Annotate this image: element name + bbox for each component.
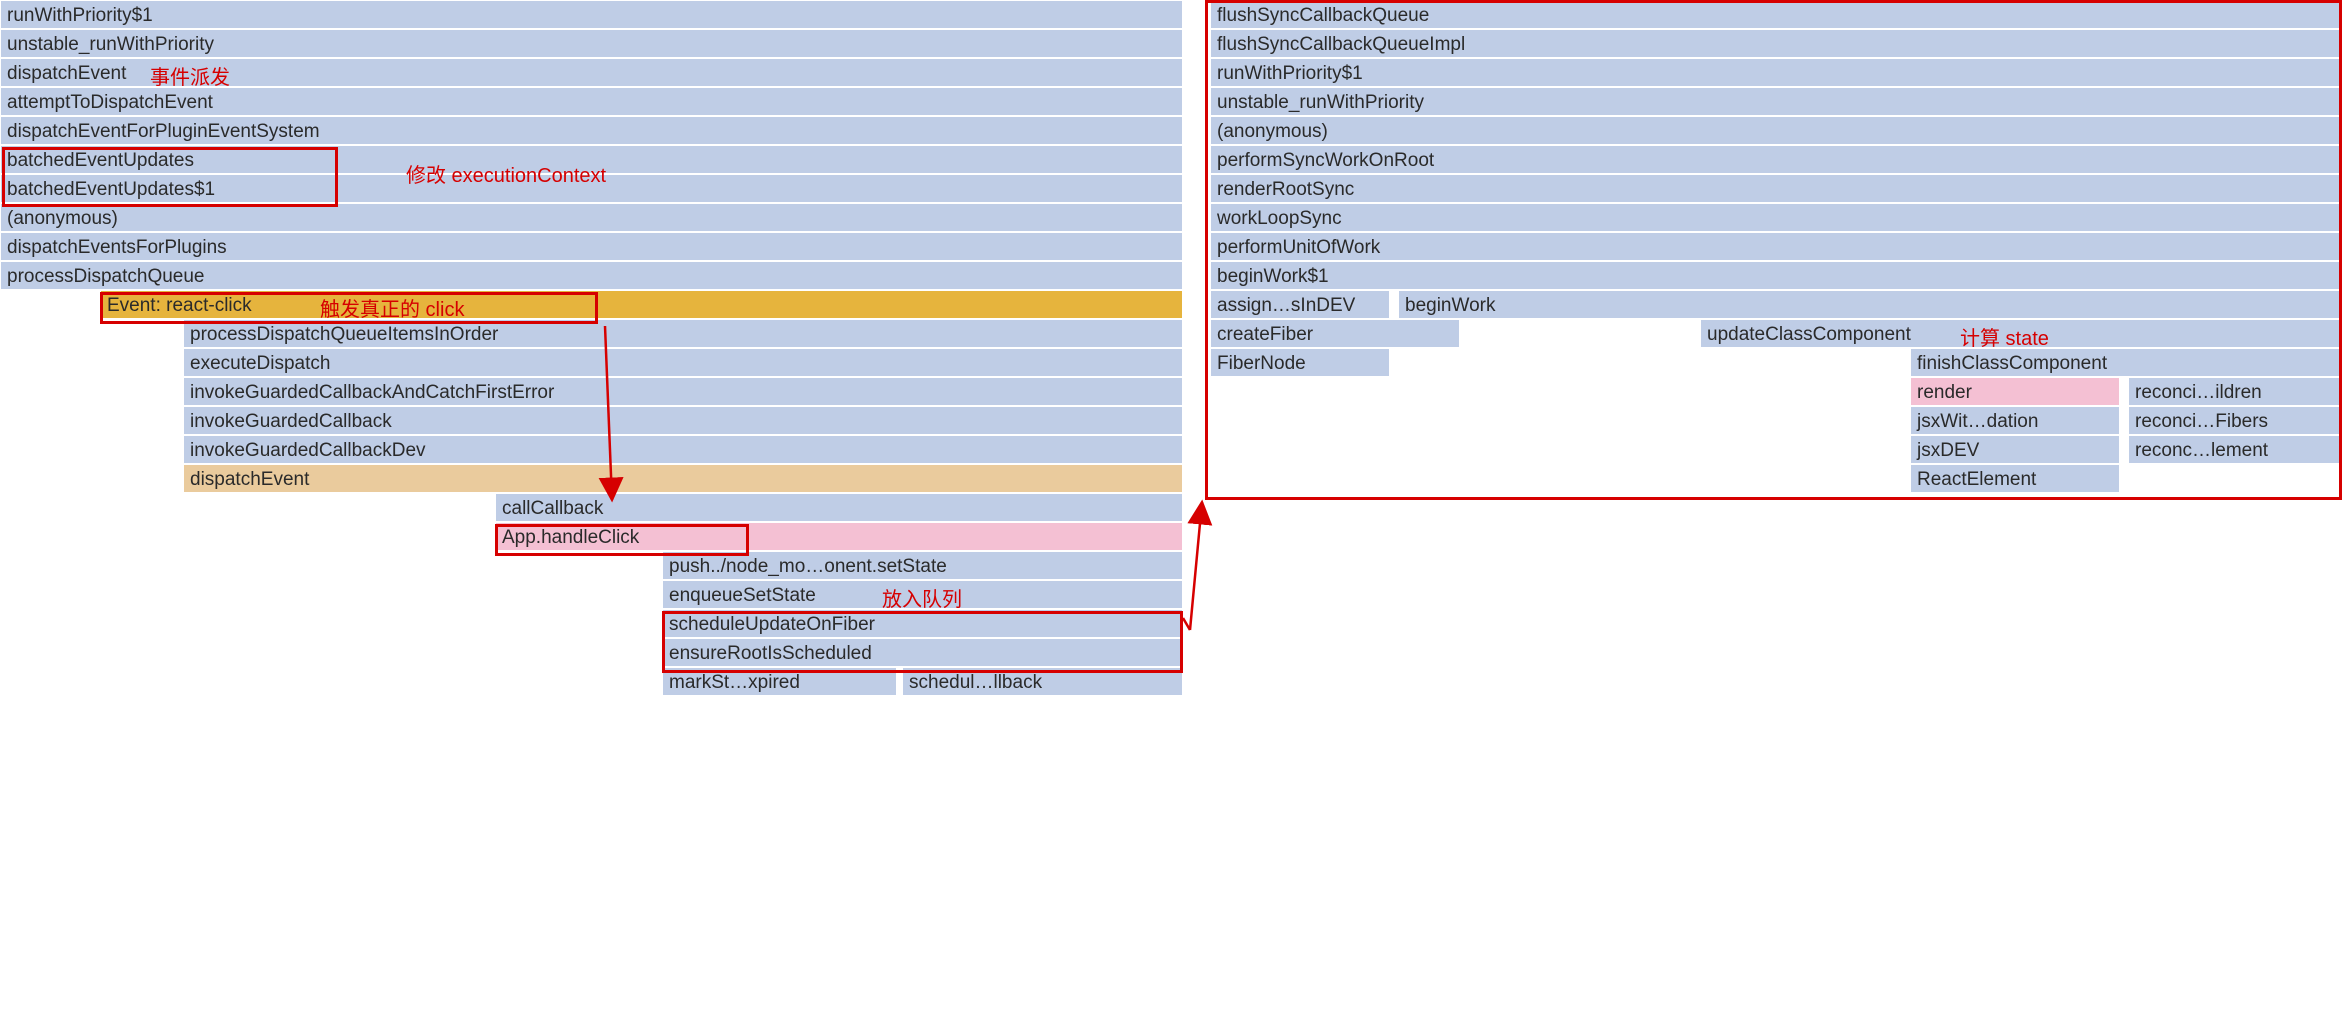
flame-bar[interactable]: workLoopSync [1210, 203, 2342, 232]
flame-bar[interactable]: invokeGuardedCallbackAndCatchFirstError [183, 377, 1183, 406]
flame-bar[interactable]: batchedEventUpdates [0, 145, 1183, 174]
flame-bar[interactable]: enqueueSetState [662, 580, 1183, 609]
flame-bar[interactable]: ensureRootIsScheduled [662, 638, 1183, 667]
flame-bar[interactable]: reconc…lement [2128, 435, 2342, 464]
flame-bar[interactable]: runWithPriority$1 [0, 0, 1183, 29]
flame-bar[interactable]: FiberNode [1210, 348, 1390, 377]
flame-bar[interactable]: markSt…xpired [662, 667, 897, 696]
flame-bar[interactable]: updateClassComponent [1700, 319, 2342, 348]
flame-bar[interactable]: processDispatchQueueItemsInOrder [183, 319, 1183, 348]
flame-bar[interactable]: createFiber [1210, 319, 1460, 348]
flame-bar[interactable]: assign…sInDEV [1210, 290, 1390, 319]
flame-bar[interactable]: flushSyncCallbackQueue [1210, 0, 2342, 29]
flame-bar[interactable]: jsxDEV [1910, 435, 2120, 464]
flame-bar[interactable]: processDispatchQueue [0, 261, 1183, 290]
flame-bar[interactable]: reconci…Fibers [2128, 406, 2342, 435]
flame-bar[interactable]: beginWork [1398, 290, 2342, 319]
flame-bar[interactable]: render [1910, 377, 2120, 406]
flame-bar[interactable]: beginWork$1 [1210, 261, 2342, 290]
flame-bar[interactable]: scheduleUpdateOnFiber [662, 609, 1183, 638]
flame-bar[interactable]: push../node_mo…onent.setState [662, 551, 1183, 580]
flame-bar[interactable]: batchedEventUpdates$1 [0, 174, 1183, 203]
flame-bar[interactable]: performUnitOfWork [1210, 232, 2342, 261]
flame-bar[interactable]: runWithPriority$1 [1210, 58, 2342, 87]
flame-bar[interactable]: flushSyncCallbackQueueImpl [1210, 29, 2342, 58]
flame-bar[interactable]: dispatchEventForPluginEventSystem [0, 116, 1183, 145]
flame-bar[interactable]: schedul…llback [902, 667, 1183, 696]
flame-bar[interactable]: renderRootSync [1210, 174, 2342, 203]
flame-bar[interactable]: finishClassComponent [1910, 348, 2342, 377]
flame-bar[interactable]: App.handleClick [495, 522, 1183, 551]
flame-bar[interactable]: unstable_runWithPriority [1210, 87, 2342, 116]
flame-bar[interactable]: unstable_runWithPriority [0, 29, 1183, 58]
flame-bar[interactable]: dispatchEventsForPlugins [0, 232, 1183, 261]
flame-bar[interactable]: jsxWit…dation [1910, 406, 2120, 435]
flame-bar[interactable]: reconci…ildren [2128, 377, 2342, 406]
flame-bar[interactable]: invokeGuardedCallback [183, 406, 1183, 435]
flame-bar[interactable]: dispatchEvent [183, 464, 1183, 493]
flame-bar[interactable]: Event: react-click [100, 290, 1183, 319]
flame-bar[interactable]: invokeGuardedCallbackDev [183, 435, 1183, 464]
flame-bar[interactable]: dispatchEvent [0, 58, 1183, 87]
flame-bar[interactable]: ReactElement [1910, 464, 2120, 493]
flame-bar[interactable]: callCallback [495, 493, 1183, 522]
flame-bar[interactable]: performSyncWorkOnRoot [1210, 145, 2342, 174]
flame-bar[interactable]: executeDispatch [183, 348, 1183, 377]
flame-bar[interactable]: (anonymous) [0, 203, 1183, 232]
flame-bar[interactable]: (anonymous) [1210, 116, 2342, 145]
flame-bar[interactable]: attemptToDispatchEvent [0, 87, 1183, 116]
